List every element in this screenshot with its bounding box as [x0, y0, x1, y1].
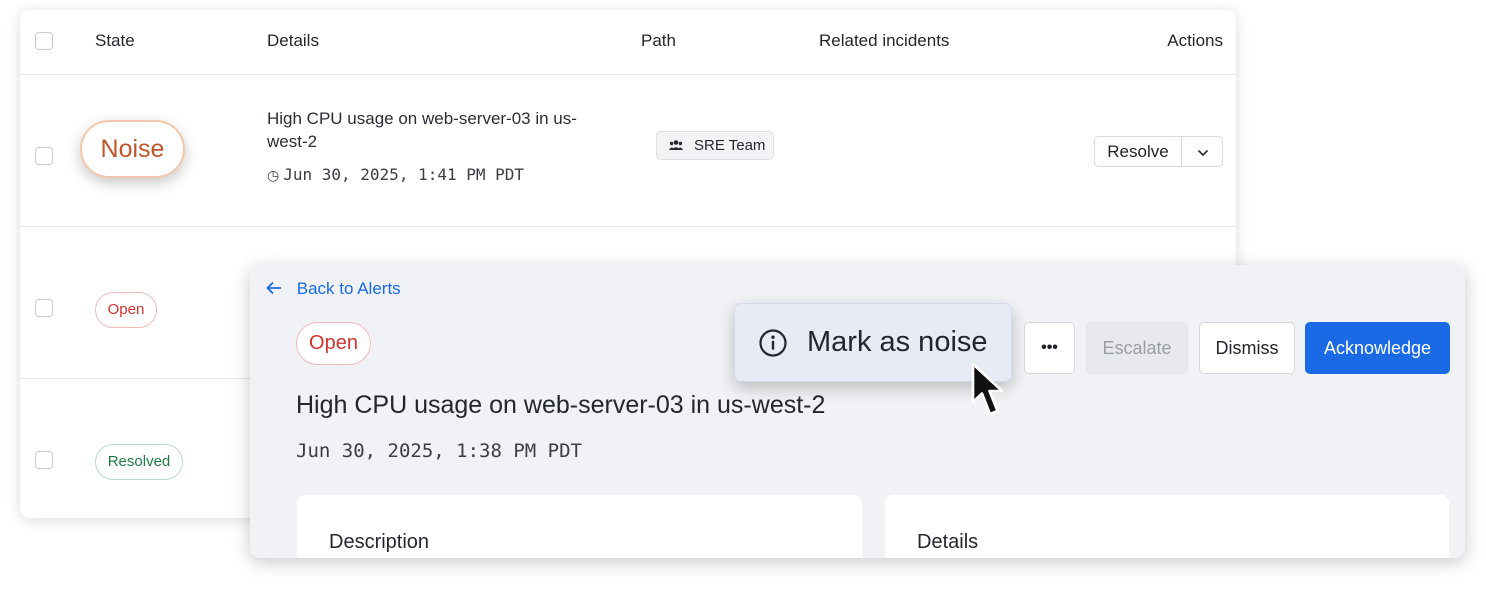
escalate-button[interactable]: Escalate: [1086, 322, 1188, 374]
row-checkbox[interactable]: [35, 451, 53, 469]
header-path[interactable]: Path: [641, 31, 676, 51]
details-card: Details: [885, 495, 1449, 558]
header-state[interactable]: State: [95, 31, 135, 51]
chevron-down-icon[interactable]: [1182, 137, 1223, 166]
table-row[interactable]: Noise High CPU usage on web-server-03 in…: [20, 75, 1236, 227]
detail-title: High CPU usage on web-server-03 in us-we…: [296, 391, 826, 419]
header-related-incidents[interactable]: Related incidents: [819, 31, 949, 51]
mark-as-noise-label: Mark as noise: [807, 326, 988, 358]
state-badge-resolved: Resolved: [95, 444, 183, 480]
team-icon: [669, 132, 683, 169]
state-badge-open: Open: [95, 292, 157, 328]
row-checkbox[interactable]: [35, 299, 53, 317]
info-icon: [759, 329, 787, 357]
resolve-button[interactable]: Resolve: [1095, 137, 1181, 166]
alert-time: ◷ Jun 30, 2025, 1:41 PM PDT: [267, 165, 524, 184]
alert-title[interactable]: High CPU usage on web-server-03 in us-we…: [267, 107, 607, 153]
clock-icon: ◷: [267, 168, 280, 184]
path-tag[interactable]: SRE Team: [656, 131, 774, 160]
alert-time-text: Jun 30, 2025, 1:41 PM PDT: [283, 165, 525, 184]
mouse-cursor: [971, 362, 1004, 416]
table-header: State Details Path Related incidents Act…: [20, 10, 1236, 75]
back-link-label: Back to Alerts: [296, 279, 401, 298]
select-all-checkbox[interactable]: [35, 32, 53, 50]
detail-state-badge: Open: [296, 322, 371, 365]
header-details[interactable]: Details: [267, 31, 319, 51]
dismiss-button[interactable]: Dismiss: [1199, 322, 1295, 374]
acknowledge-button[interactable]: Acknowledge: [1305, 322, 1450, 374]
arrow-left-icon: [266, 279, 287, 298]
row-checkbox[interactable]: [35, 147, 53, 165]
more-actions-button[interactable]: •••: [1024, 322, 1075, 374]
details-heading: Details: [917, 531, 979, 553]
state-badge-noise: Noise: [80, 120, 185, 178]
resolve-split-button: Resolve: [1094, 136, 1223, 167]
header-actions: Actions: [1167, 31, 1223, 50]
detail-time: Jun 30, 2025, 1:38 PM PDT: [296, 440, 582, 462]
description-heading: Description: [329, 531, 430, 553]
back-to-alerts-link[interactable]: Back to Alerts: [266, 279, 401, 299]
path-tag-label: SRE Team: [694, 137, 766, 154]
description-card: Description: [297, 495, 862, 558]
